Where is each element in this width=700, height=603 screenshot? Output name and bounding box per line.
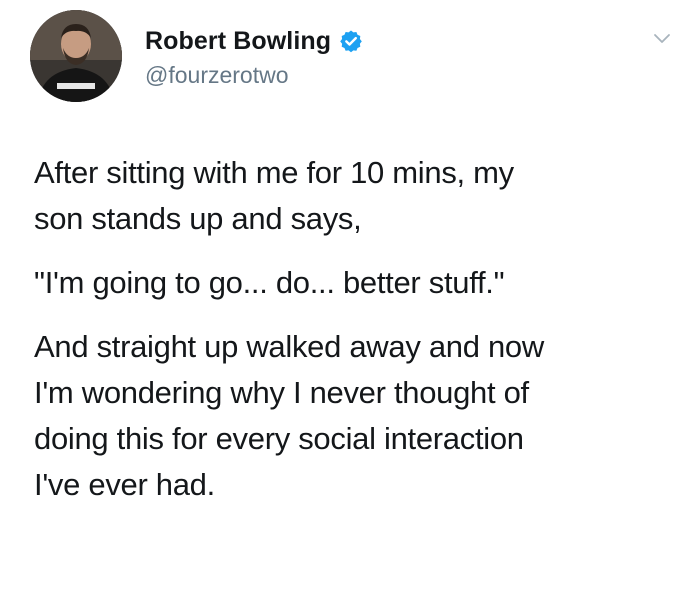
- tweet-paragraph: And straight up walked away and now I'm …: [34, 329, 544, 502]
- verified-badge-icon: [339, 29, 363, 53]
- author-handle[interactable]: @fourzerotwo: [145, 62, 289, 89]
- tweet-card: Robert Bowling @fourzerotwo After sittin…: [0, 0, 700, 603]
- author-name-row: Robert Bowling: [145, 24, 363, 58]
- tweet-paragraph: After sitting with me for 10 mins, my so…: [34, 155, 514, 236]
- profile-photo-icon: [30, 10, 122, 102]
- author-display-name[interactable]: Robert Bowling: [145, 27, 331, 56]
- tweet-paragraph: "I'm going to go... do... better stuff.": [34, 265, 505, 300]
- tweet-text: After sitting with me for 10 mins, my so…: [34, 150, 674, 526]
- chevron-down-icon[interactable]: [650, 26, 674, 50]
- avatar[interactable]: [30, 10, 122, 102]
